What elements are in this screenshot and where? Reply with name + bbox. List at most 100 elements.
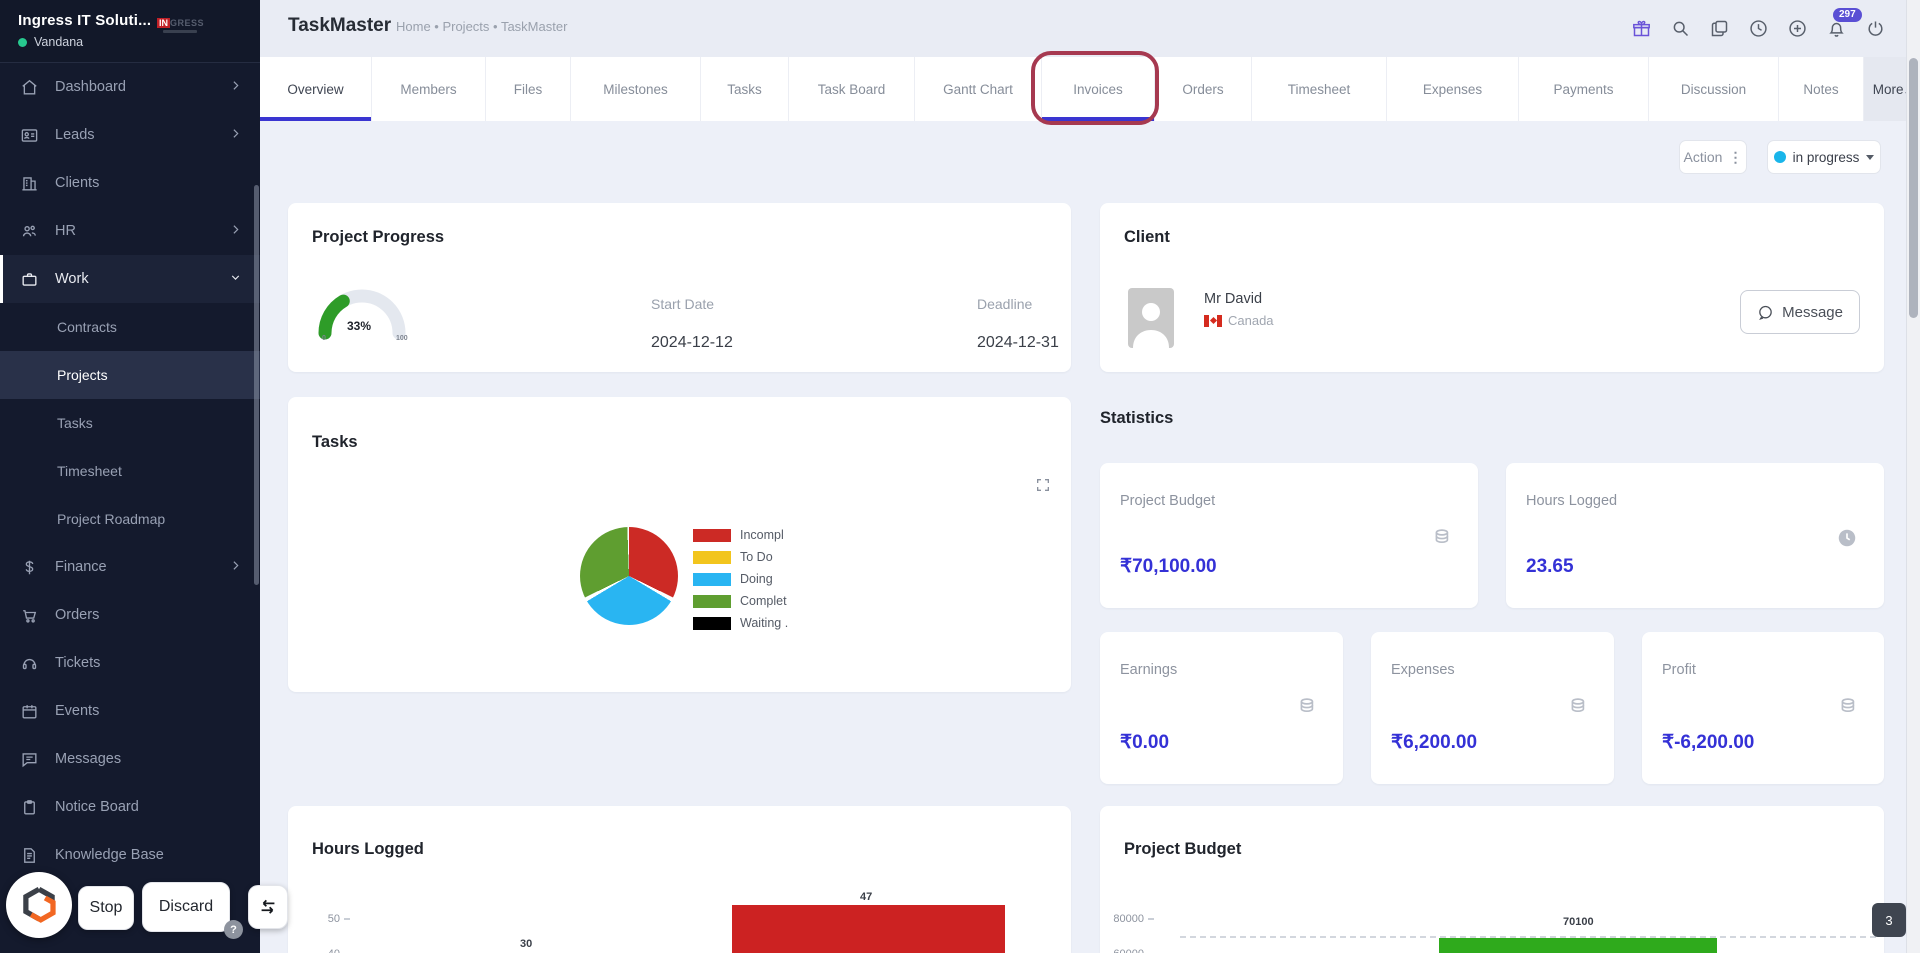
sidebar-item-leads[interactable]: Leads xyxy=(0,111,260,159)
tab-task-board[interactable]: Task Board xyxy=(789,57,915,121)
status-dot xyxy=(1773,151,1786,163)
project-tabs: Overview Members Files Milestones Tasks … xyxy=(260,57,1920,121)
legend-item[interactable]: Doing xyxy=(693,568,788,590)
client-name[interactable]: Mr David xyxy=(1204,291,1262,307)
legend-swatch xyxy=(693,528,731,542)
sidebar-scrollbar[interactable] xyxy=(254,185,259,585)
page-number-badge: 3 xyxy=(1872,903,1906,937)
home-icon xyxy=(22,79,37,95)
stat-value: ₹6,200.00 xyxy=(1391,732,1478,753)
chevron-down-icon xyxy=(229,271,242,288)
sidebar-header[interactable]: Ingress IT Soluti... Vandana IN GRESS xyxy=(0,0,260,63)
deadline-label: Deadline xyxy=(977,296,1033,312)
client-avatar[interactable] xyxy=(1128,288,1174,348)
legend-item[interactable]: Incompl xyxy=(693,524,788,546)
sidebar-item-work[interactable]: Work xyxy=(0,255,260,303)
leads-icon xyxy=(21,128,38,142)
notes-icon[interactable] xyxy=(1709,18,1730,39)
tab-invoices[interactable]: Invoices xyxy=(1042,57,1155,121)
tab-discussion[interactable]: Discussion xyxy=(1649,57,1779,121)
chat-icon xyxy=(22,752,37,767)
tab-milestones[interactable]: Milestones xyxy=(571,57,701,121)
stat-card-expenses: Expenses ₹6,200.00 xyxy=(1371,632,1614,784)
sidebar-item-events[interactable]: Events xyxy=(0,687,260,735)
stop-button[interactable]: Stop xyxy=(78,886,134,930)
tab-expenses[interactable]: Expenses xyxy=(1387,57,1519,121)
window-scrollbar[interactable] xyxy=(1906,0,1920,953)
stat-card-project-budget: Project Budget ₹70,100.00 xyxy=(1100,463,1478,608)
discard-button[interactable]: Discard xyxy=(142,882,230,932)
sidebar-item-timesheet[interactable]: Timesheet xyxy=(0,447,260,495)
coins-icon xyxy=(1566,696,1588,718)
legend-swatch xyxy=(693,572,731,586)
building-icon xyxy=(22,176,37,191)
y-axis-tick: 80000 xyxy=(1108,913,1154,925)
search-icon[interactable] xyxy=(1670,18,1691,39)
gauge-min-label: 0 xyxy=(322,335,326,342)
tasks-card: Tasks Incompl To Do Doing Complet Waitin… xyxy=(288,397,1071,692)
tab-files[interactable]: Files xyxy=(486,57,571,121)
hours-logged-chart-title: Hours Logged xyxy=(312,840,424,858)
tab-payments[interactable]: Payments xyxy=(1519,57,1649,121)
legend-item[interactable]: Waiting . xyxy=(693,612,788,634)
bell-icon[interactable]: 297 xyxy=(1826,8,1862,39)
tab-notes[interactable]: Notes xyxy=(1779,57,1864,121)
sidebar-item-clients[interactable]: Clients xyxy=(0,159,260,207)
bar-data-label: 70100 xyxy=(1563,916,1594,928)
help-badge[interactable]: ? xyxy=(224,920,243,939)
stat-value: ₹0.00 xyxy=(1120,732,1170,753)
chevron-right-icon xyxy=(229,559,242,576)
sidebar-item-tasks[interactable]: Tasks xyxy=(0,399,260,447)
tab-orders[interactable]: Orders xyxy=(1155,57,1252,121)
sidebar-item-projects[interactable]: Projects xyxy=(0,351,260,399)
scrollbar-thumb[interactable] xyxy=(1909,58,1918,318)
hours-logged-chart-card: Hours Logged 50 40 30 47 xyxy=(288,806,1071,953)
gift-icon[interactable] xyxy=(1631,18,1652,39)
swap-button[interactable] xyxy=(248,885,288,929)
legend-item[interactable]: To Do xyxy=(693,546,788,568)
sidebar-item-tickets[interactable]: Tickets xyxy=(0,639,260,687)
chevron-right-icon xyxy=(229,127,242,144)
bar-data-label: 47 xyxy=(860,891,873,903)
sidebar-item-contracts[interactable]: Contracts xyxy=(0,303,260,351)
tab-timesheet[interactable]: Timesheet xyxy=(1252,57,1387,121)
y-axis-tick: 40 xyxy=(304,948,350,953)
sidebar-item-project-roadmap[interactable]: Project Roadmap xyxy=(0,495,260,543)
cart-icon xyxy=(23,609,37,623)
tasks-pie-chart[interactable] xyxy=(580,527,678,625)
message-button[interactable]: Message xyxy=(1740,290,1860,334)
status-dropdown[interactable]: in progress xyxy=(1767,140,1881,174)
legend-swatch xyxy=(693,550,731,564)
fullscreen-icon[interactable] xyxy=(1035,477,1051,493)
bar-47[interactable] xyxy=(732,905,1005,953)
project-progress-title: Project Progress xyxy=(312,228,445,246)
y-axis-tick: 60000 xyxy=(1108,948,1154,953)
action-button[interactable]: Action ⋮ xyxy=(1679,140,1747,174)
sidebar-item-finance[interactable]: Finance xyxy=(0,543,260,591)
sidebar-item-notice-board[interactable]: Notice Board xyxy=(0,783,260,831)
legend-swatch xyxy=(693,616,731,630)
sidebar-item-messages[interactable]: Messages xyxy=(0,735,260,783)
bar-70100[interactable] xyxy=(1439,938,1717,953)
tab-overview[interactable]: Overview xyxy=(260,57,372,121)
plus-circle-icon[interactable] xyxy=(1787,18,1808,39)
tab-tasks[interactable]: Tasks xyxy=(701,57,789,121)
sidebar-item-hr[interactable]: HR xyxy=(0,207,260,255)
chevron-right-icon xyxy=(229,223,242,240)
stat-card-hours-logged: Hours Logged 23.65 xyxy=(1506,463,1884,608)
legend-item[interactable]: Complet xyxy=(693,590,788,612)
stat-value: ₹-6,200.00 xyxy=(1662,732,1755,753)
coins-icon xyxy=(1836,696,1858,718)
tab-members[interactable]: Members xyxy=(372,57,486,121)
breadcrumb[interactable]: Home • Projects • TaskMaster xyxy=(396,19,567,34)
sidebar-item-dashboard[interactable]: Dashboard xyxy=(0,63,260,111)
client-country: Canada xyxy=(1204,313,1274,328)
sidebar-item-orders[interactable]: Orders xyxy=(0,591,260,639)
gauge-percent-label: 33% xyxy=(347,319,372,333)
extension-logo-button[interactable] xyxy=(6,872,72,938)
clock-icon[interactable] xyxy=(1748,18,1769,39)
company-name: Ingress IT Soluti... xyxy=(18,12,152,29)
power-icon[interactable] xyxy=(1865,18,1886,39)
tab-gantt-chart[interactable]: Gantt Chart xyxy=(915,57,1042,121)
deadline-value: 2024-12-31 xyxy=(977,334,1059,351)
